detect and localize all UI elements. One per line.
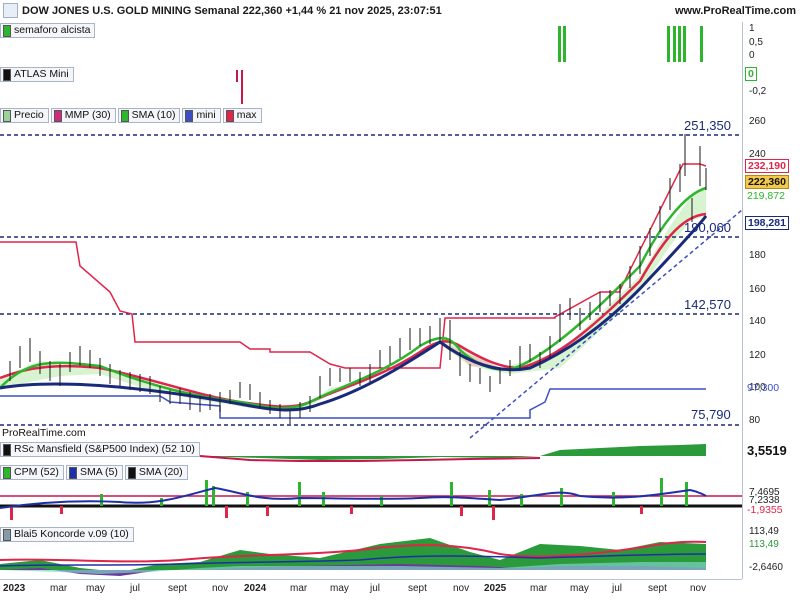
blai5-value: -2,6460 bbox=[749, 562, 783, 573]
source-label: ProRealTime.com bbox=[2, 427, 86, 439]
semaforo-panel[interactable]: semaforo alcista bbox=[0, 22, 742, 65]
last-price-box: 222,360 bbox=[745, 175, 789, 189]
x-label: 2024 bbox=[244, 583, 267, 594]
price-tick: 140 bbox=[749, 316, 766, 327]
blai5-scale[interactable]: 113,49 113,49 -2,6460 bbox=[742, 524, 800, 579]
cpm-value: -1,9355 bbox=[747, 504, 783, 516]
sma-value-box: 219,872 bbox=[747, 190, 785, 202]
price-scale[interactable]: 260 240 200 180 160 140 120 100 80 232,1… bbox=[742, 106, 800, 440]
cpm-scale[interactable]: 7,4695 7,2338 -1,9355 bbox=[742, 462, 800, 524]
x-label: sept bbox=[168, 583, 187, 594]
x-label: may bbox=[86, 583, 105, 594]
x-label: sept bbox=[648, 583, 667, 594]
rsc-histogram bbox=[199, 444, 706, 462]
price-tick: 180 bbox=[749, 250, 766, 261]
semaforo-bars bbox=[558, 26, 703, 62]
x-label: may bbox=[570, 583, 589, 594]
x-label: jul bbox=[370, 583, 381, 594]
price-tick: 260 bbox=[749, 116, 766, 127]
x-label: nov bbox=[453, 583, 470, 594]
semaforo-scale[interactable]: 1 0,5 0 bbox=[742, 22, 800, 64]
max-value-box: 232,190 bbox=[745, 159, 789, 173]
mini-value-box: 97,300 bbox=[747, 382, 780, 394]
level-label: 251,350 bbox=[684, 118, 731, 133]
atlas-panel[interactable]: ATLAS Mini bbox=[0, 64, 742, 107]
price-tick: 120 bbox=[749, 350, 766, 361]
level-label: 75,790 bbox=[691, 407, 731, 422]
price-chart bbox=[0, 134, 742, 439]
x-label: may bbox=[330, 583, 349, 594]
level-label: 142,570 bbox=[684, 297, 731, 312]
price-panel[interactable]: Precio MMP (30) SMA (10) mini max 251,35… bbox=[0, 106, 742, 441]
blai5-panel[interactable]: Blai5 Koncorde v.09 (10) bbox=[0, 524, 742, 580]
rsc-panel[interactable]: RSc Mansfield (S&P500 Index) (52 10) bbox=[0, 440, 742, 463]
rsc-value: 3,5519 bbox=[747, 443, 787, 458]
x-label: mar bbox=[50, 583, 68, 594]
site-link[interactable]: www.ProRealTime.com bbox=[675, 5, 796, 17]
price-tick: 80 bbox=[749, 415, 761, 426]
blai5-chart bbox=[0, 538, 707, 576]
level-label: 190,060 bbox=[684, 220, 731, 235]
blai5-value: 113,49 bbox=[749, 526, 779, 537]
blai5-value-box: 113,49 bbox=[749, 539, 779, 550]
x-label: sept bbox=[408, 583, 427, 594]
price-tick: 160 bbox=[749, 284, 766, 295]
x-label: jul bbox=[130, 583, 141, 594]
x-label: mar bbox=[290, 583, 308, 594]
x-label: 2023 bbox=[3, 583, 26, 594]
mmp-value-box: 198,281 bbox=[745, 216, 789, 230]
chart-title: DOW JONES U.S. GOLD MINING Semanal 222,3… bbox=[22, 5, 442, 17]
x-label: nov bbox=[212, 583, 229, 594]
atlas-bars bbox=[236, 70, 243, 104]
x-label: 2025 bbox=[484, 583, 507, 594]
atlas-scale[interactable]: 0 -0,2 bbox=[742, 64, 800, 106]
x-label: mar bbox=[530, 583, 548, 594]
menu-square-icon[interactable] bbox=[3, 3, 18, 18]
x-label: jul bbox=[612, 583, 623, 594]
chart-title-bar: DOW JONES U.S. GOLD MINING Semanal 222,3… bbox=[0, 0, 800, 23]
rsc-scale[interactable]: 3,5519 bbox=[742, 440, 800, 462]
cpm-panel[interactable]: CPM (52) SMA (5) SMA (20) bbox=[0, 462, 742, 525]
x-label: nov bbox=[690, 583, 707, 594]
cpm-chart bbox=[0, 478, 742, 520]
